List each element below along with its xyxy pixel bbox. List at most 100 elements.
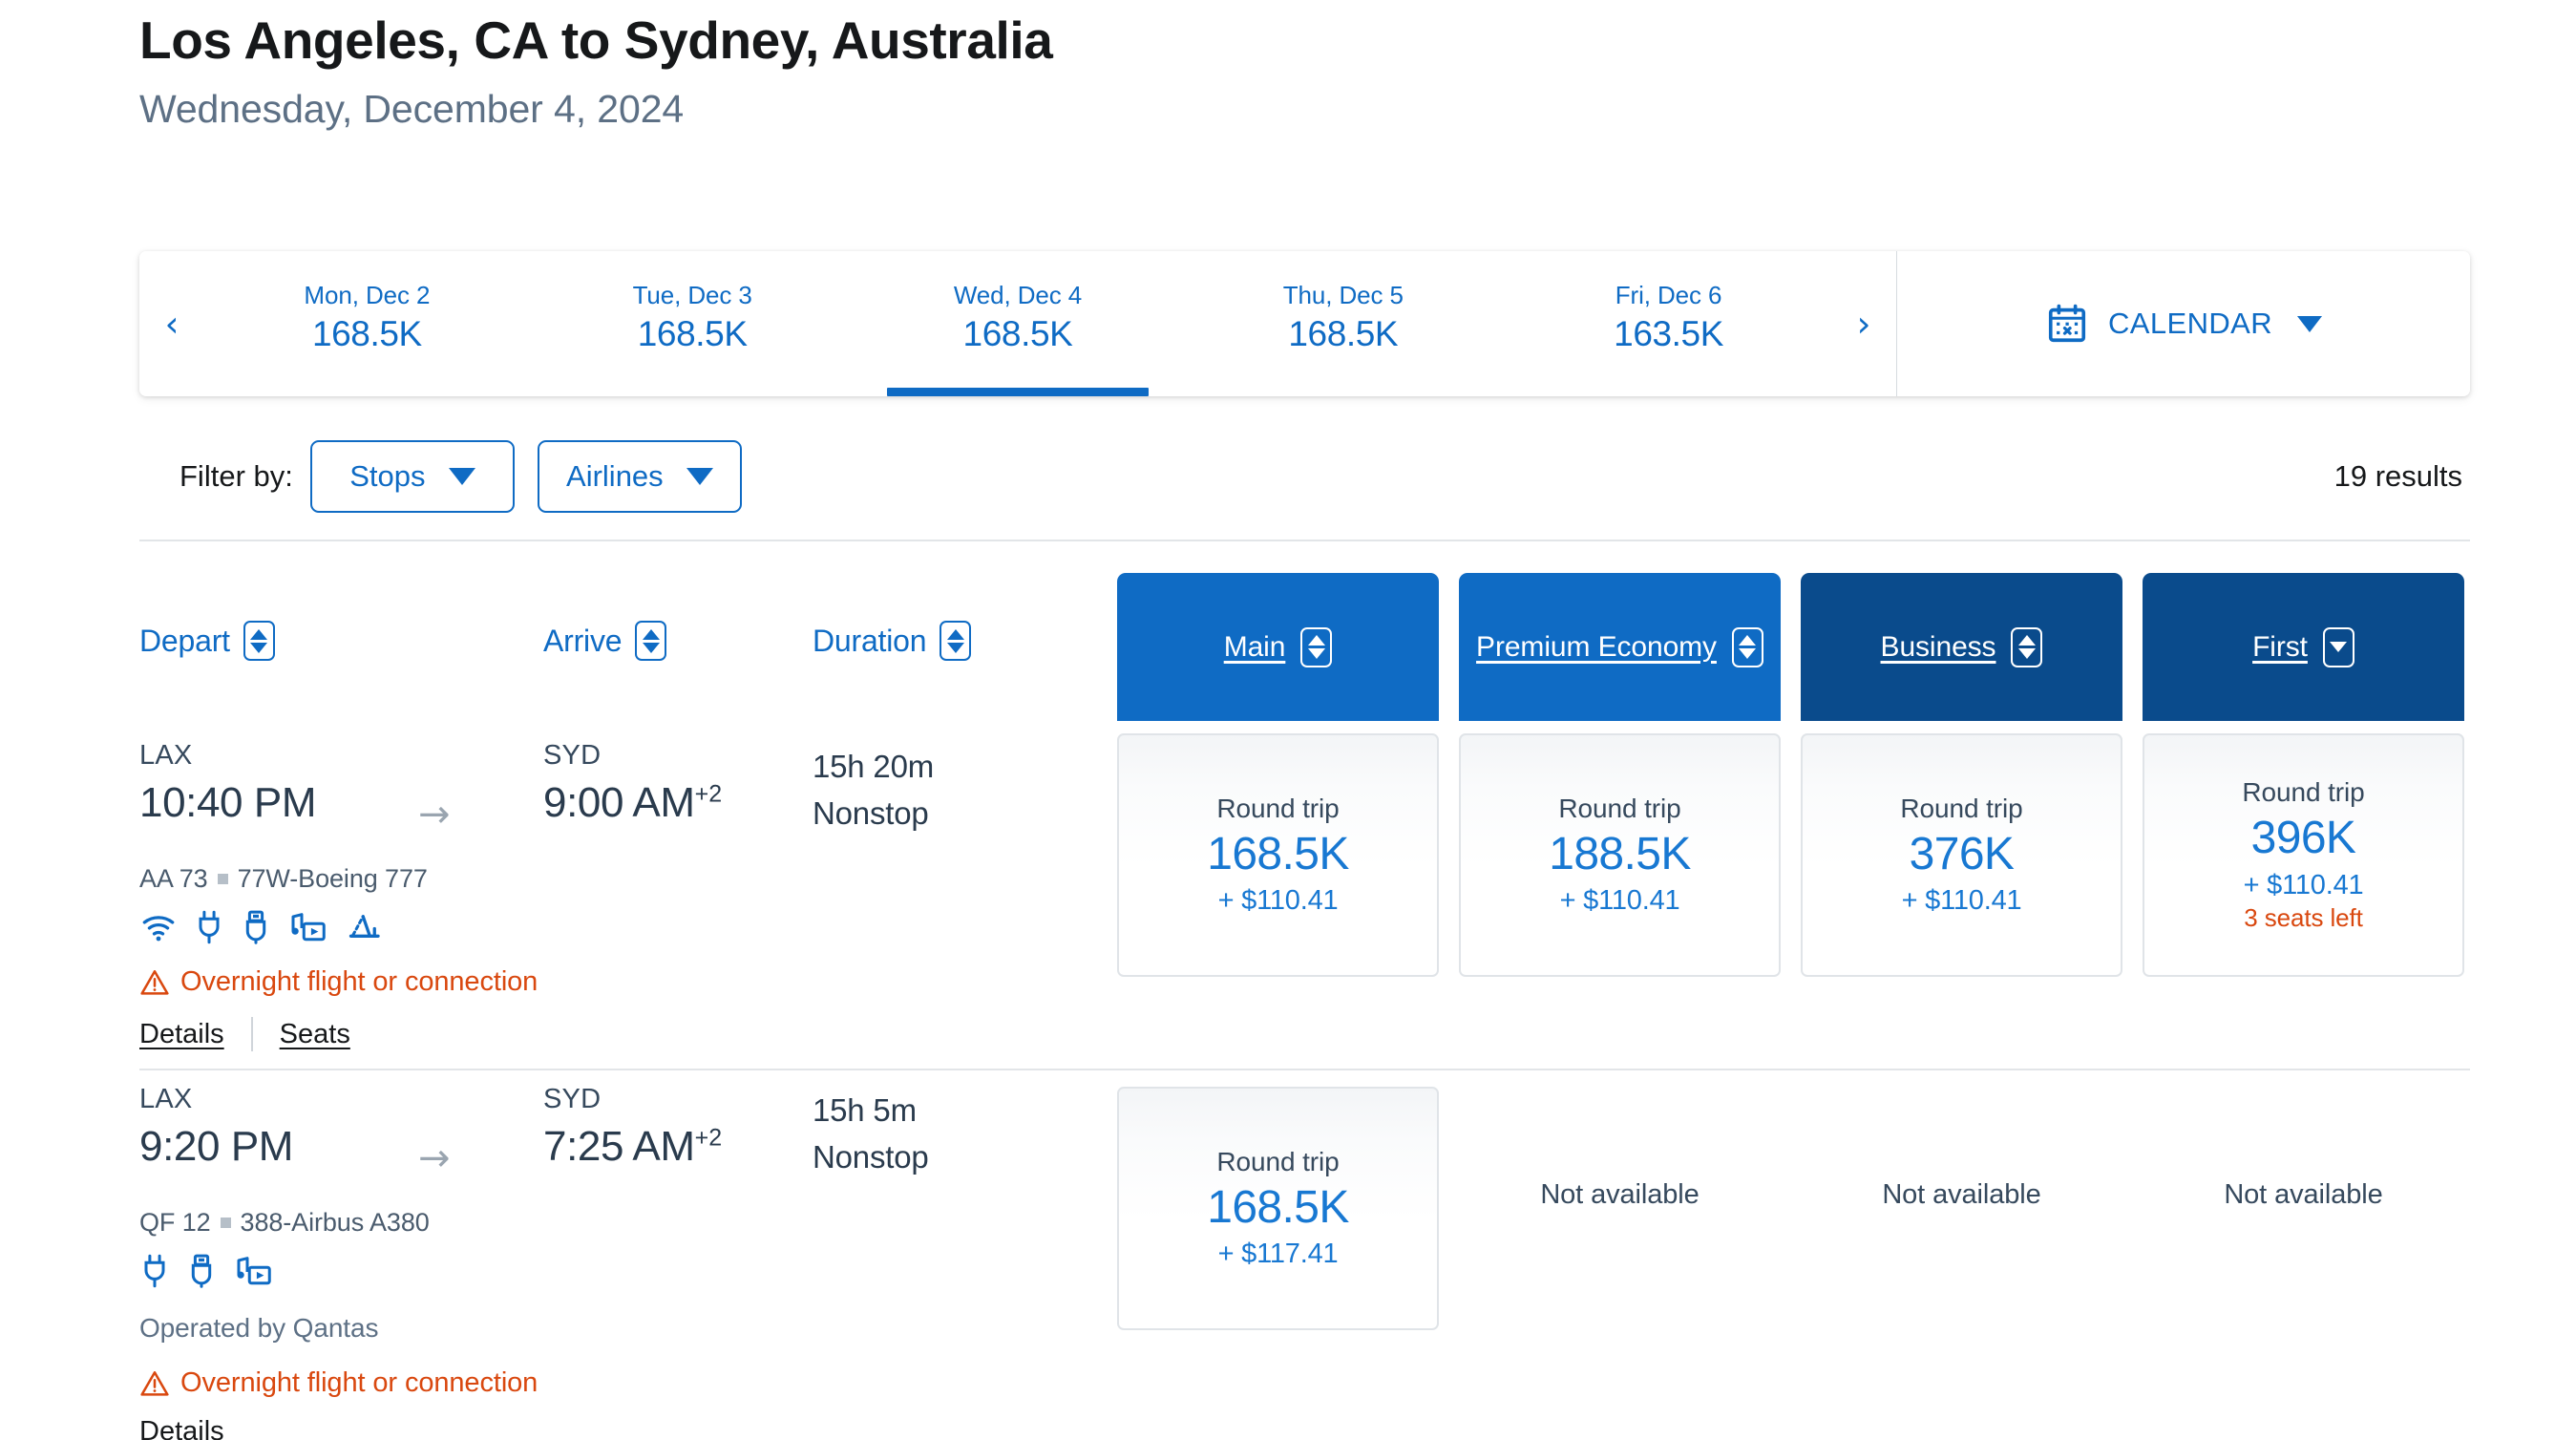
duration-block: 15h 5m Nonstop — [813, 1088, 929, 1181]
date-option-price: 168.5K — [311, 313, 422, 353]
sort-duration-button[interactable]: Duration — [813, 621, 972, 661]
lie-flat-seat-icon — [348, 915, 380, 938]
flight-links: Details — [139, 1416, 224, 1440]
arrive-time: 7:25 AM+2 — [543, 1123, 722, 1171]
overnight-warning: Overnight flight or connection — [139, 966, 538, 998]
seats-link[interactable]: Seats — [280, 1019, 350, 1050]
date-option-0[interactable]: Mon, Dec 2 168.5K — [204, 251, 530, 396]
flight-row-1: LAX 9:20 PM → SYD 7:25 AM+2 15h 5m Nonst… — [139, 1084, 2470, 1440]
date-strip-days: Mon, Dec 2 168.5K Tue, Dec 3 168.5K Wed,… — [204, 251, 1831, 396]
flight-duration: 15h 20m — [813, 749, 935, 784]
arrive-block: SYD 7:25 AM+2 — [543, 1084, 722, 1171]
date-option-price: 168.5K — [637, 313, 748, 353]
fare-cash: + $117.41 — [1217, 1239, 1339, 1270]
arrive-airport-code: SYD — [543, 740, 602, 771]
power-outlet-icon — [144, 1254, 165, 1288]
date-option-1[interactable]: Tue, Dec 3 168.5K — [530, 251, 855, 396]
fare-miles: 376K — [1909, 828, 2015, 879]
triangle-up-icon — [1739, 635, 1757, 646]
fare-cash: + $110.41 — [1901, 885, 2022, 917]
cabin-tab-premium-economy[interactable]: Premium Economy — [1459, 573, 1781, 721]
chevron-down-icon — [2297, 315, 2323, 332]
date-option-price: 168.5K — [1288, 313, 1399, 353]
meta-separator-dot — [217, 874, 228, 884]
fare-card-main[interactable]: Round trip 168.5K + $117.41 — [1117, 1087, 1439, 1330]
overnight-warning-text: Overnight flight or connection — [180, 966, 538, 997]
sort-toggle-icon — [940, 621, 972, 661]
calendar-button[interactable]: CALENDAR — [1897, 251, 2470, 396]
sort-toggle-icon — [635, 621, 667, 661]
depart-block: LAX 10:40 PM — [139, 740, 317, 827]
triangle-up-icon — [1307, 635, 1325, 646]
chevron-down-icon — [448, 468, 475, 485]
triangle-down-icon — [1739, 648, 1757, 659]
results-count: 19 results — [2333, 459, 2462, 493]
aircraft-type: 77W-Boeing 777 — [237, 864, 428, 893]
chevron-left-icon[interactable]: ‹ — [139, 251, 204, 396]
triangle-up-icon — [2017, 635, 2036, 646]
entertainment-icon — [237, 1257, 271, 1285]
date-option-label: Fri, Dec 6 — [1615, 280, 1722, 309]
overnight-warning-text: Overnight flight or connection — [180, 1367, 538, 1398]
row-divider — [139, 1069, 2470, 1070]
sort-toggle-icon — [2011, 626, 2043, 667]
cabin-tab-label: Business — [1880, 630, 1996, 663]
sort-toggle-icon — [1300, 626, 1333, 667]
filter-stops-button[interactable]: Stops — [309, 440, 515, 513]
cabin-tab-label: Premium Economy — [1476, 630, 1717, 663]
flight-stops: Nonstop — [813, 1138, 929, 1175]
sort-arrive-button[interactable]: Arrive — [543, 621, 667, 661]
depart-block: LAX 9:20 PM — [139, 1084, 293, 1171]
calendar-icon — [2048, 304, 2086, 343]
fare-miles: 168.5K — [1207, 828, 1349, 879]
triangle-down-icon — [1307, 648, 1325, 659]
page-title: Los Angeles, CA to Sydney, Australia — [139, 11, 1053, 70]
operated-by-text: Operated by Qantas — [139, 1313, 379, 1343]
fare-type-label: Round trip — [1216, 1146, 1340, 1176]
entertainment-icon — [291, 913, 326, 942]
page-header: Los Angeles, CA to Sydney, Australia Wed… — [0, 0, 2576, 132]
column-label-duration: Duration — [813, 623, 927, 658]
wifi-icon — [142, 916, 175, 942]
column-label-arrive: Arrive — [543, 623, 623, 658]
details-link[interactable]: Details — [139, 1416, 224, 1440]
date-option-3[interactable]: Thu, Dec 5 168.5K — [1180, 251, 1506, 396]
flight-meta: AA 73 77W-Boeing 777 — [139, 864, 428, 894]
filter-stops-label: Stops — [349, 459, 426, 493]
depart-airport-code: LAX — [139, 740, 193, 771]
chevron-right-icon[interactable]: › — [1831, 251, 1896, 396]
flight-direction-arrow-icon: → — [418, 1136, 451, 1180]
filter-airlines-button[interactable]: Airlines — [537, 440, 742, 513]
sort-toggle-icon — [243, 621, 275, 661]
cabin-tab-first[interactable]: First — [2143, 573, 2464, 721]
date-option-2-selected[interactable]: Wed, Dec 4 168.5K — [855, 251, 1181, 396]
duration-block: 15h 20m Nonstop — [813, 744, 934, 837]
sort-depart-button[interactable]: Depart — [139, 621, 275, 661]
date-option-label: Mon, Dec 2 — [304, 280, 431, 309]
amenities-list — [139, 910, 384, 944]
usb-port-icon — [191, 1254, 212, 1288]
calendar-button-label: CALENDAR — [2107, 307, 2273, 340]
fare-unavailable-business: Not available — [1882, 1179, 2041, 1210]
cabin-tab-business[interactable]: Business — [1801, 573, 2122, 721]
column-label-depart: Depart — [139, 623, 230, 658]
flight-stops: Nonstop — [813, 794, 929, 831]
date-strip: ‹ Mon, Dec 2 168.5K Tue, Dec 3 168.5K We… — [139, 251, 1896, 396]
fare-card-first[interactable]: Round trip 396K + $110.41 3 seats left — [2143, 733, 2464, 977]
details-link[interactable]: Details — [139, 1019, 224, 1050]
flight-meta: QF 12 388-Airbus A380 — [139, 1208, 430, 1238]
fare-card-business[interactable]: Round trip 376K + $110.41 — [1801, 733, 2122, 977]
sort-toggle-icon — [2322, 626, 2354, 667]
fare-seats-left: 3 seats left — [2244, 902, 2363, 932]
cabin-tab-main[interactable]: Main — [1117, 573, 1439, 721]
fare-unavailable-first: Not available — [2224, 1179, 2383, 1210]
fare-unavailable-premium-economy: Not available — [1540, 1179, 1700, 1210]
fare-card-main[interactable]: Round trip 168.5K + $110.41 — [1117, 733, 1439, 977]
selected-date-underline — [886, 388, 1149, 396]
date-option-4[interactable]: Fri, Dec 6 163.5K — [1506, 251, 1831, 396]
fare-card-premium-economy[interactable]: Round trip 188.5K + $110.41 — [1459, 733, 1781, 977]
triangle-down-icon — [250, 642, 268, 653]
meta-separator-dot — [220, 1218, 231, 1228]
triangle-down-icon — [946, 642, 964, 653]
fare-type-label: Round trip — [1216, 793, 1340, 823]
